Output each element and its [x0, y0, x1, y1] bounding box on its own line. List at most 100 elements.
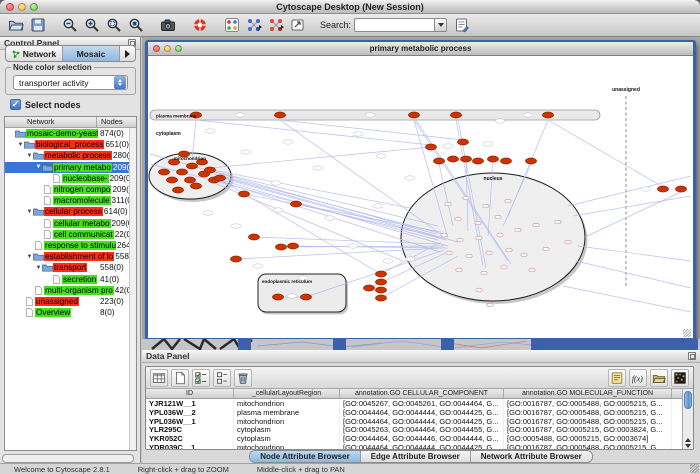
attribute-cell[interactable]: YPL036W__2 — [146, 408, 234, 417]
attribute-cell[interactable]: [GO:0045263, GO:0044464, GO:0044455, G..… — [340, 425, 504, 434]
attribute-cell[interactable]: [GO:0016787, GO:0005488, GO:0005215, G..… — [504, 417, 672, 426]
network-edge[interactable] — [568, 176, 691, 206]
layout-blue-icon[interactable] — [244, 16, 263, 35]
gene-node[interactable] — [376, 271, 387, 277]
attribute-cell[interactable]: [GO:0016787, GO:0005488, GO:0005215, G..… — [504, 443, 672, 450]
gene-node[interactable] — [177, 169, 188, 175]
gene-node[interactable] — [376, 279, 387, 285]
nuclear-gene-node[interactable] — [463, 196, 469, 200]
graphics-details-icon[interactable] — [222, 16, 241, 35]
attribute-cell[interactable]: [GO:0044464, GO:0044444, GO:0044425, G..… — [340, 443, 504, 450]
tab-edge-attribute-browser[interactable]: Edge Attribute Browser — [361, 451, 471, 462]
gene-node[interactable] — [215, 175, 226, 181]
gene-node[interactable] — [231, 256, 242, 262]
attribute-cell[interactable]: mitochondrion — [234, 417, 340, 426]
column-header[interactable]: _cellularLayoutRegion — [234, 389, 340, 398]
column-header[interactable]: annotation.GO CELLULAR_COMPONENT — [340, 389, 504, 398]
nuclear-gene-node[interactable] — [455, 217, 461, 221]
help-icon[interactable] — [190, 16, 209, 35]
search-input[interactable] — [354, 18, 434, 32]
gene-node[interactable] — [543, 112, 554, 118]
tab-network-attribute-browser[interactable]: Network Attribute Browser — [471, 451, 592, 462]
network-edge[interactable] — [280, 120, 463, 140]
tree-column-nodes[interactable]: Nodes — [97, 117, 136, 127]
gene-node[interactable] — [159, 169, 170, 175]
gene-node[interactable] — [501, 158, 512, 164]
network-edge[interactable] — [573, 196, 691, 216]
attribute-row[interactable]: YJR121W__1mitochondrion[GO:0045267, GO:0… — [146, 399, 682, 408]
tree-row[interactable]: ▼transport558(0) — [5, 262, 136, 273]
close-view-button[interactable] — [153, 45, 160, 52]
tree-row[interactable]: response to stimulu264(0) — [5, 240, 136, 251]
zoom-view-button[interactable] — [175, 45, 182, 52]
nuclear-gene-node[interactable] — [456, 268, 462, 272]
gene-node[interactable] — [187, 163, 198, 169]
gene-node[interactable] — [167, 177, 178, 183]
tree-column-network[interactable]: Network — [5, 117, 97, 127]
tree-row[interactable]: multi-organism pro42(0) — [5, 285, 136, 296]
tab-overflow-icon[interactable] — [120, 46, 135, 61]
attribute-cell[interactable]: mitochondrion — [234, 399, 340, 408]
tree-row[interactable]: macromolecule311(0) — [5, 195, 136, 206]
tree-row[interactable]: cell communicat22(0) — [5, 229, 136, 240]
network-edge[interactable] — [576, 261, 691, 288]
nuclear-gene-node[interactable] — [543, 247, 549, 251]
new-attribute-icon[interactable] — [171, 369, 189, 387]
attribute-cell[interactable]: [GO:0016787, GO:0005488, GO:0005215, G..… — [504, 399, 672, 408]
gene-node[interactable] — [676, 186, 687, 192]
scroll-up-icon[interactable] — [685, 435, 691, 442]
attribute-cell[interactable]: [GO:0044464, GO:0044446, GO:0044444, G..… — [340, 434, 504, 443]
attribute-cell[interactable]: [GO:0016787, GO:0005488, GO:0005215, G..… — [504, 408, 672, 417]
nuclear-gene-node[interactable] — [476, 236, 482, 240]
zoom-selected-icon[interactable] — [104, 16, 123, 35]
window-titlebar[interactable]: Cytoscape Desktop (New Session) — [0, 0, 700, 14]
attribute-cell[interactable]: [GO:0045267, GO:0045261, GO:0044464, G..… — [340, 399, 504, 408]
network-edge[interactable] — [280, 120, 438, 232]
gene-node[interactable] — [301, 294, 312, 300]
tree-scrollbar[interactable] — [129, 128, 136, 450]
tree-row[interactable]: ▼primary metabo209(... — [5, 162, 136, 173]
attribute-table-icon[interactable] — [150, 369, 168, 387]
tree-row[interactable]: nucleobase-209(0) — [5, 173, 136, 184]
gene-node[interactable] — [448, 156, 459, 162]
nuclear-gene-node[interactable] — [446, 251, 452, 255]
tree-row[interactable]: Overview8(0) — [5, 307, 136, 318]
select-attributes-icon[interactable] — [192, 369, 210, 387]
zoom-button[interactable] — [30, 3, 38, 11]
tree-row[interactable]: ▼cellular process614(0) — [5, 206, 136, 217]
tree-row[interactable]: ▼biological_process651(0) — [5, 139, 136, 150]
gene-node[interactable] — [434, 158, 445, 164]
nuclear-gene-node[interactable] — [441, 233, 447, 237]
nuclear-gene-node[interactable] — [486, 251, 492, 255]
column-header[interactable]: annotation.GO MOLECULAR_FUNCTION — [504, 389, 672, 398]
attribute-cell[interactable]: cytoplasm — [234, 434, 340, 443]
nuclear-gene-node[interactable] — [457, 238, 463, 242]
tree-row[interactable]: cellular metabo209(0) — [5, 218, 136, 229]
expand-arrow-icon[interactable]: ▼ — [26, 254, 33, 260]
gene-node[interactable] — [291, 201, 302, 207]
gene-node[interactable] — [376, 287, 387, 293]
gene-node[interactable] — [185, 177, 196, 183]
minimize-button[interactable] — [18, 3, 26, 11]
nuclear-gene-node[interactable] — [529, 268, 535, 272]
nuclear-gene-node[interactable] — [565, 240, 571, 244]
gene-node[interactable] — [191, 183, 202, 189]
column-header[interactable]: ID — [146, 389, 234, 398]
minimize-view-button[interactable] — [164, 45, 171, 52]
gene-node[interactable] — [426, 144, 437, 150]
tree-row[interactable]: secretion41(0) — [5, 273, 136, 284]
attribute-row[interactable]: YLR295Ccytoplasm[GO:0045263, GO:0044464,… — [146, 425, 682, 434]
zoom-in-icon[interactable] — [82, 16, 101, 35]
network-graph[interactable]: plasma membranecytoplasmmitochondrionnuc… — [148, 56, 691, 337]
nuclear-gene-node[interactable] — [515, 228, 521, 232]
network-edge[interactable] — [212, 170, 410, 208]
gene-node[interactable] — [173, 187, 184, 193]
expand-arrow-icon[interactable]: ▼ — [17, 142, 24, 148]
tab-mosaic[interactable]: Mosaic — [63, 46, 120, 61]
node-color-dropdown[interactable]: transporter activity — [13, 75, 128, 90]
gene-node[interactable] — [205, 167, 216, 173]
gene-node[interactable] — [409, 112, 420, 118]
tab-node-attribute-browser[interactable]: Node Attribute Browser — [250, 451, 361, 462]
tab-network[interactable]: Network — [6, 46, 63, 61]
tree-row[interactable]: mosaic-demo-yeast874(0) — [5, 128, 136, 139]
